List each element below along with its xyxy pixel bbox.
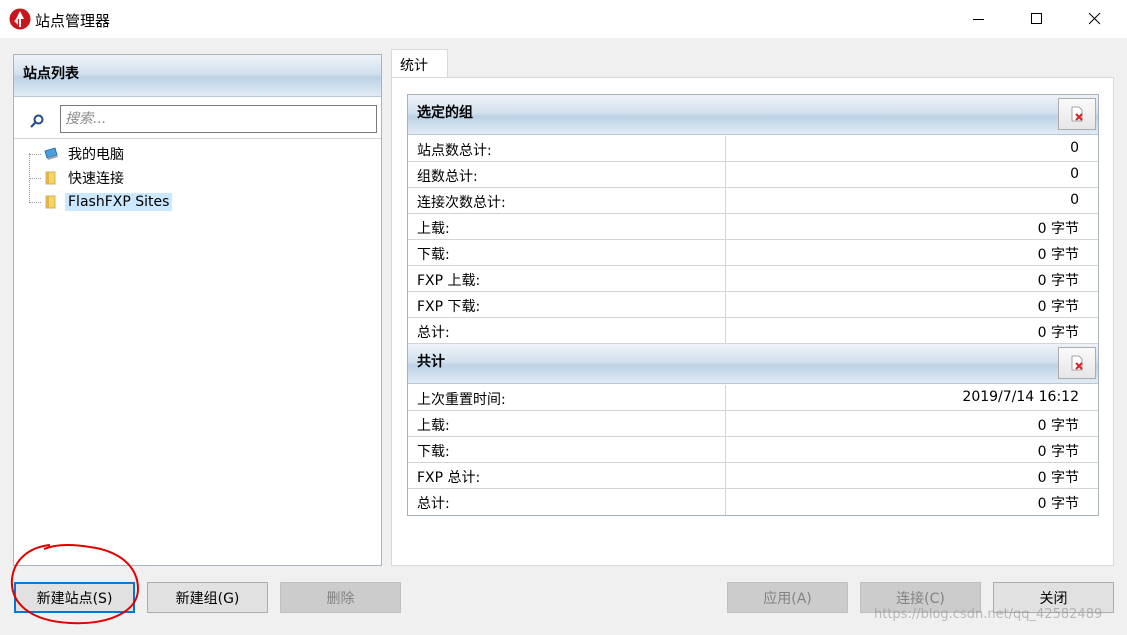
- stat-value: 0 字节: [1037, 299, 1079, 315]
- stat-label: 总计:: [417, 496, 450, 512]
- minimize-icon: [973, 19, 984, 20]
- apply-button[interactable]: 应用(A): [727, 582, 848, 613]
- stat-label: 站点数总计:: [417, 143, 492, 159]
- title-bar: 站点管理器: [0, 0, 1127, 38]
- stat-row: 上次重置时间: 2019/7/14 16:12: [408, 385, 1098, 411]
- stat-value: 0 字节: [1037, 444, 1079, 460]
- statistics-box: 选定的组 站点数总计: 0 组数总计: 0 连接次数总计: 0 上载: 0 字节 下载:…: [407, 94, 1099, 516]
- tree-item-quick-connect[interactable]: 快速连接: [29, 167, 127, 189]
- stat-label: 连接次数总计:: [417, 195, 506, 211]
- stat-label: FXP 总计:: [417, 470, 481, 486]
- reset-stats-icon: [1071, 355, 1083, 371]
- stat-row: 上载: 0 字节: [408, 411, 1098, 437]
- stat-label: FXP 上载:: [417, 273, 481, 289]
- reset-selected-group-button[interactable]: [1058, 98, 1096, 130]
- site-list-panel: 站点列表 我的电脑 快速连接: [13, 54, 382, 566]
- tree-item-flashfxp-sites[interactable]: FlashFXP Sites: [29, 191, 173, 213]
- tree-item-label: FlashFXP Sites: [65, 193, 173, 211]
- flashfxp-logo-icon: [9, 8, 31, 30]
- stat-value: 0 字节: [1037, 325, 1079, 341]
- computer-icon: [44, 147, 58, 160]
- site-list-header: 站点列表: [14, 55, 381, 97]
- new-group-button[interactable]: 新建组(G): [147, 582, 268, 613]
- tab-statistics[interactable]: 统计: [391, 49, 448, 78]
- stat-row: 总计: 0 字节: [408, 318, 1098, 344]
- stat-value: 0: [1070, 166, 1079, 182]
- close-icon: [1089, 13, 1101, 25]
- selected-group-title: 选定的组: [417, 105, 473, 121]
- stat-value: 0 字节: [1037, 496, 1079, 512]
- stat-label: 上载:: [417, 221, 450, 237]
- stat-row: FXP 总计: 0 字节: [408, 463, 1098, 489]
- stat-row: 上载: 0 字节: [408, 214, 1098, 240]
- stat-row: 下载: 0 字节: [408, 437, 1098, 463]
- folder-icon: [45, 171, 56, 185]
- tree-item-my-computer[interactable]: 我的电脑: [29, 143, 127, 165]
- stat-label: 上次重置时间:: [417, 392, 506, 408]
- search-input[interactable]: [60, 105, 377, 133]
- reset-total-button[interactable]: [1058, 347, 1096, 379]
- stat-label: FXP 下载:: [417, 299, 481, 315]
- stat-value: 0 字节: [1037, 470, 1079, 486]
- new-site-button[interactable]: 新建站点(S): [14, 582, 135, 613]
- stat-row: 连接次数总计: 0: [408, 188, 1098, 214]
- stat-value: 0 字节: [1037, 273, 1079, 289]
- stat-value: 0 字节: [1037, 247, 1079, 263]
- site-list-title: 站点列表: [23, 66, 79, 82]
- stat-row: 下载: 0 字节: [408, 240, 1098, 266]
- maximize-button[interactable]: [1008, 0, 1066, 38]
- tree-item-label: 快速连接: [68, 171, 124, 187]
- stat-row: 总计: 0 字节: [408, 489, 1098, 515]
- stat-value: 0 字节: [1037, 221, 1079, 237]
- tree-item-label: 我的电脑: [68, 147, 124, 163]
- stat-value: 0: [1070, 192, 1079, 208]
- stat-value: 2019/7/14 16:12: [962, 389, 1079, 405]
- close-window-button[interactable]: [1066, 0, 1124, 38]
- window-title: 站点管理器: [35, 12, 111, 30]
- stat-row: FXP 上载: 0 字节: [408, 266, 1098, 292]
- total-title: 共计: [417, 354, 445, 370]
- stat-label: 上载:: [417, 418, 450, 434]
- minimize-button[interactable]: [950, 0, 1008, 38]
- folder-icon: [45, 195, 56, 209]
- search-row: [14, 99, 381, 139]
- total-header: 共计: [408, 344, 1098, 384]
- stat-label: 组数总计:: [417, 169, 478, 185]
- selected-group-header: 选定的组: [408, 95, 1098, 135]
- stat-label: 下载:: [417, 247, 450, 263]
- stat-row: 组数总计: 0: [408, 162, 1098, 188]
- stat-value: 0: [1070, 140, 1079, 156]
- stat-value: 0 字节: [1037, 418, 1079, 434]
- watermark: https://blog.csdn.net/qq_42582489: [874, 607, 1103, 622]
- maximize-icon: [1031, 13, 1042, 24]
- stat-row: 站点数总计: 0: [408, 136, 1098, 162]
- stat-row: FXP 下载: 0 字节: [408, 292, 1098, 318]
- search-icon: [30, 114, 44, 128]
- reset-stats-icon: [1071, 106, 1083, 122]
- stat-label: 总计:: [417, 325, 450, 341]
- stat-label: 下载:: [417, 444, 450, 460]
- delete-button[interactable]: 删除: [280, 582, 401, 613]
